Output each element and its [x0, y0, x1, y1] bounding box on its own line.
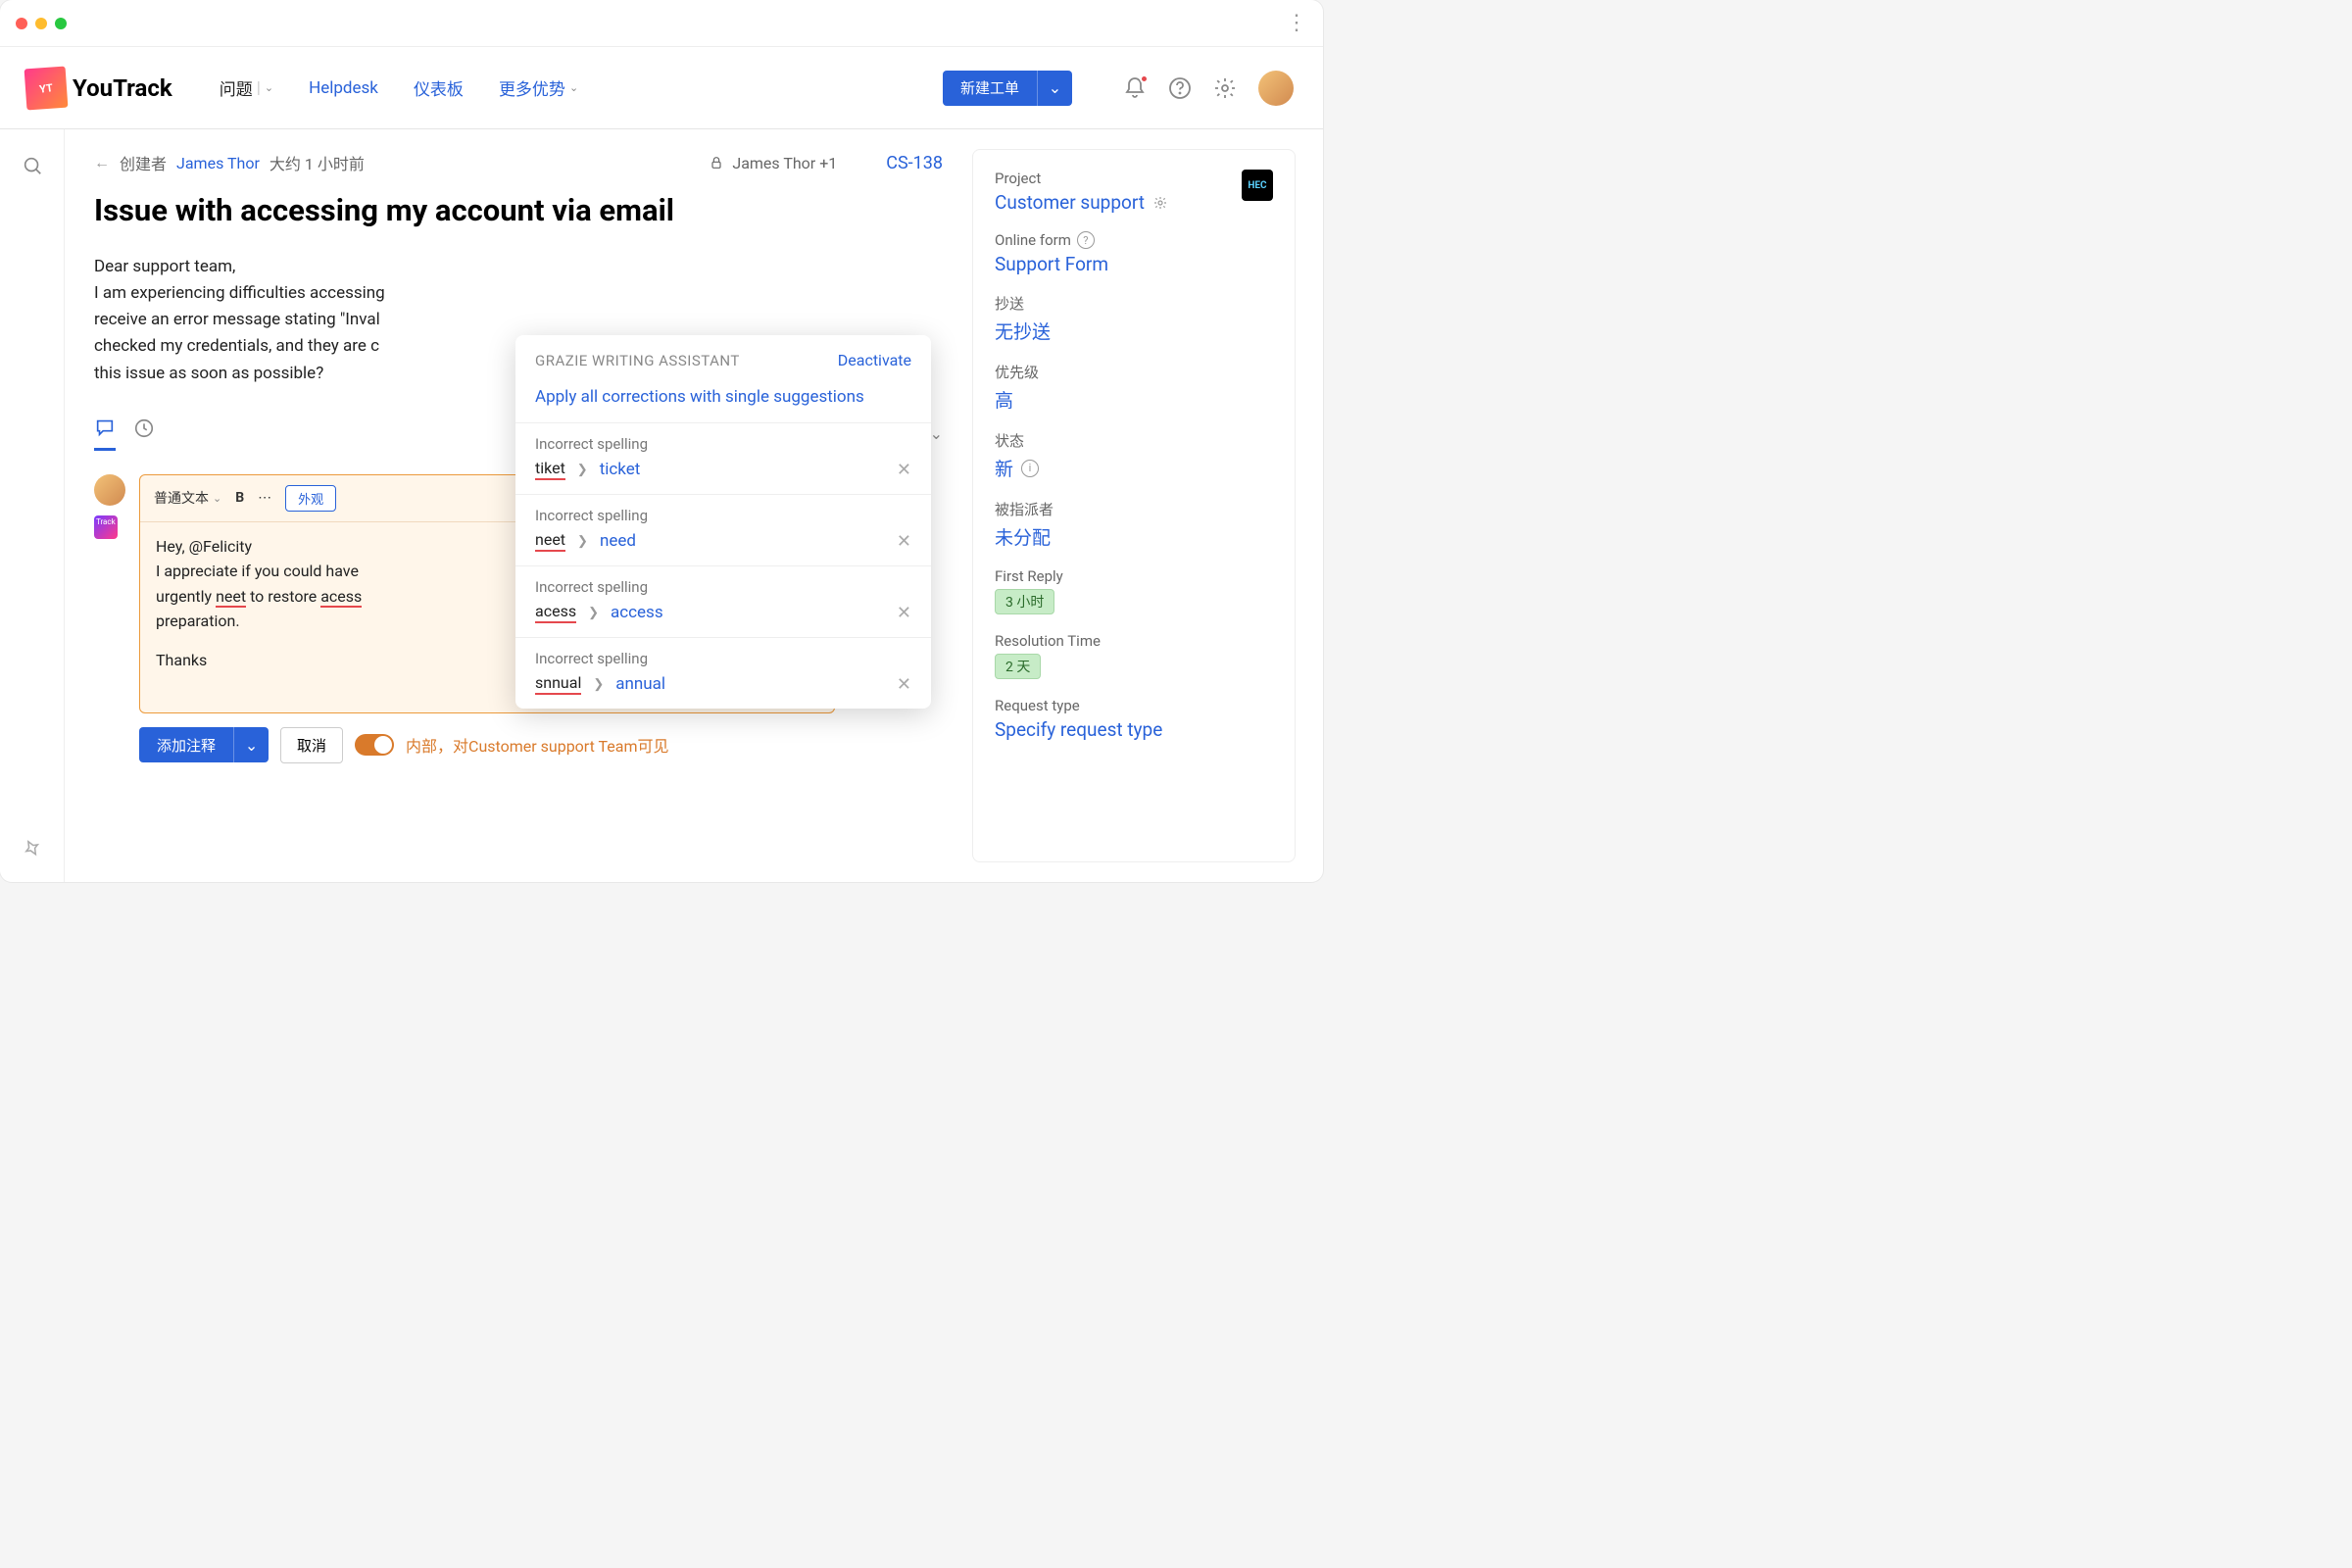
maximize-window[interactable]: [55, 18, 67, 29]
field-label-project: Project: [995, 170, 1242, 187]
nav-more[interactable]: 更多优势 ⌄: [499, 75, 578, 100]
field-label-assignee: 被指派者: [995, 499, 1273, 519]
suggestion-item[interactable]: Incorrect spelling neet ❯ need ✕: [515, 495, 931, 566]
field-value-request-type[interactable]: Specify request type: [995, 718, 1273, 741]
tab-history[interactable]: [133, 417, 155, 449]
visibility-indicator[interactable]: James Thor +1: [709, 154, 837, 172]
apply-all-link[interactable]: Apply all corrections with single sugges…: [515, 379, 931, 423]
search-icon[interactable]: [22, 155, 43, 180]
issue-id[interactable]: CS-138: [886, 153, 943, 173]
created-time: 大约 1 小时前: [270, 151, 365, 174]
field-label-first-reply: First Reply: [995, 567, 1273, 585]
dismiss-icon[interactable]: ✕: [897, 674, 911, 695]
back-arrow-icon[interactable]: ←: [94, 153, 110, 172]
logo-mark: YT: [27, 69, 65, 106]
kebab-menu-icon[interactable]: ⋮: [1286, 11, 1307, 35]
app-name: YouTrack: [73, 74, 172, 102]
cancel-button[interactable]: 取消: [280, 727, 343, 763]
field-value-cc[interactable]: 无抄送: [995, 318, 1273, 344]
nav-issues[interactable]: 问题 | ⌄: [220, 75, 273, 100]
deactivate-link[interactable]: Deactivate: [838, 351, 911, 369]
window-controls: [16, 18, 67, 29]
info-icon[interactable]: ?: [1077, 231, 1095, 249]
field-value-state[interactable]: 新 i: [995, 455, 1273, 481]
commenter-avatar: [94, 474, 125, 506]
help-icon[interactable]: [1168, 76, 1192, 100]
body: ← 创建者 James Thor 大约 1 小时前 James Thor +1 …: [0, 129, 1323, 882]
app-window: ⋮ YT YouTrack 问题 | ⌄ Helpdesk 仪表板 更多优势 ⌄…: [0, 0, 1323, 882]
pin-icon[interactable]: [23, 839, 42, 862]
dismiss-icon[interactable]: ✕: [897, 531, 911, 552]
author-link[interactable]: James Thor: [176, 154, 260, 172]
new-ticket-split-button: 新建工单 ⌄: [943, 71, 1072, 106]
suggestion-item[interactable]: Incorrect spelling acess ❯ access ✕: [515, 566, 931, 638]
main-nav: 问题 | ⌄ Helpdesk 仪表板 更多优势 ⌄: [220, 75, 578, 100]
nav-helpdesk[interactable]: Helpdesk: [309, 78, 378, 98]
popover-title: GRAZIE WRITING ASSISTANT: [535, 352, 740, 369]
ai-badge-icon: Track: [94, 515, 118, 539]
field-value-priority[interactable]: 高: [995, 386, 1273, 413]
dismiss-icon[interactable]: ✕: [897, 603, 911, 623]
suggestion-item[interactable]: Incorrect spelling snnual ❯ annual ✕: [515, 638, 931, 709]
visibility-toggle[interactable]: [355, 734, 394, 756]
settings-icon[interactable]: [1213, 76, 1237, 100]
arrow-right-icon: ❯: [593, 677, 604, 692]
add-comment-split: 添加注释 ⌄: [139, 727, 269, 762]
gear-icon[interactable]: [1152, 195, 1168, 211]
topbar: YT YouTrack 问题 | ⌄ Helpdesk 仪表板 更多优势 ⌄ 新…: [0, 47, 1323, 129]
field-label-form: Online form ?: [995, 231, 1273, 249]
bold-button[interactable]: B: [235, 490, 244, 506]
left-rail: [0, 129, 65, 882]
issue-title: Issue with accessing my account via emai…: [94, 192, 898, 230]
info-icon[interactable]: i: [1021, 460, 1039, 477]
nav-dashboards[interactable]: 仪表板: [414, 75, 464, 100]
new-ticket-dropdown[interactable]: ⌄: [1037, 71, 1072, 106]
field-value-form[interactable]: Support Form: [995, 253, 1273, 275]
close-window[interactable]: [16, 18, 27, 29]
arrow-right-icon: ❯: [588, 606, 599, 620]
field-value-first-reply: 3 小时: [995, 589, 1054, 614]
notifications-icon[interactable]: [1123, 76, 1147, 100]
created-by-label: 创建者: [120, 151, 167, 174]
chevron-down-icon: ⌄: [569, 81, 578, 94]
main-content: ← 创建者 James Thor 大约 1 小时前 James Thor +1 …: [65, 129, 972, 882]
appearance-button[interactable]: 外观: [285, 485, 336, 512]
field-label-request-type: Request type: [995, 697, 1273, 714]
editor-actions: 添加注释 ⌄ 取消 内部，对Customer support Team可见: [139, 727, 943, 763]
more-formatting[interactable]: ⋯: [258, 490, 271, 506]
issue-sidebar: HEC Project Customer support Online form…: [972, 149, 1296, 862]
chevron-down-icon[interactable]: ⌄: [930, 424, 943, 443]
minimize-window[interactable]: [35, 18, 47, 29]
field-label-state: 状态: [995, 430, 1273, 451]
breadcrumb: ← 创建者 James Thor 大约 1 小时前 James Thor +1 …: [94, 151, 943, 174]
new-ticket-button[interactable]: 新建工单: [943, 71, 1037, 106]
notification-badge: [1140, 74, 1149, 83]
add-comment-dropdown[interactable]: ⌄: [233, 727, 269, 762]
tab-comments[interactable]: [94, 416, 116, 451]
top-icons: [1123, 71, 1294, 106]
suggestion-item[interactable]: Incorrect spelling tiket ❯ ticket ✕: [515, 423, 931, 495]
arrow-right-icon: ❯: [577, 463, 588, 477]
field-value-resolution: 2 天: [995, 654, 1041, 679]
field-value-project[interactable]: Customer support: [995, 191, 1242, 214]
field-label-cc: 抄送: [995, 293, 1273, 314]
visibility-label: 内部，对Customer support Team可见: [406, 733, 668, 757]
format-dropdown[interactable]: 普通文本⌄: [154, 488, 221, 508]
project-icon: HEC: [1242, 170, 1273, 201]
dismiss-icon[interactable]: ✕: [897, 460, 911, 480]
grazie-popover: GRAZIE WRITING ASSISTANT Deactivate Appl…: [515, 335, 931, 709]
app-logo[interactable]: YT YouTrack: [29, 72, 172, 105]
titlebar: ⋮: [0, 0, 1323, 47]
field-label-resolution: Resolution Time: [995, 632, 1273, 650]
field-value-assignee[interactable]: 未分配: [995, 523, 1273, 550]
user-avatar[interactable]: [1258, 71, 1294, 106]
chevron-down-icon: ⌄: [265, 81, 273, 94]
lock-icon: [709, 155, 724, 171]
add-comment-button[interactable]: 添加注释: [139, 727, 233, 762]
field-label-priority: 优先级: [995, 362, 1273, 382]
arrow-right-icon: ❯: [577, 534, 588, 549]
